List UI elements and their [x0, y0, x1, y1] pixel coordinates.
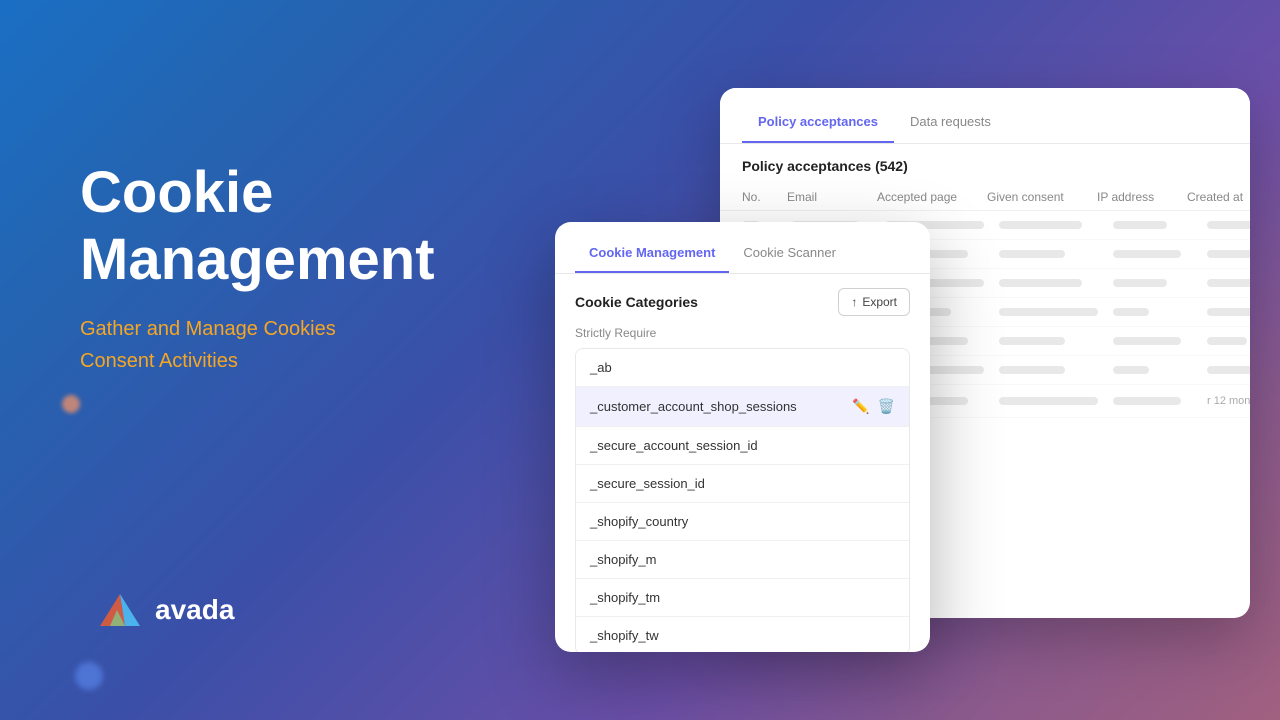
col-created-at: Created at — [1187, 190, 1250, 204]
last-row-suffix: r 12 months — [1207, 395, 1250, 407]
col-no: No. — [742, 190, 787, 204]
policy-tabs: Policy acceptances Data requests — [720, 88, 1250, 144]
tab-policy-acceptances[interactable]: Policy acceptances — [742, 106, 894, 143]
cookie-name: _shopify_m — [590, 552, 656, 567]
col-email: Email — [787, 190, 877, 204]
cookie-name: _ab — [590, 360, 612, 375]
edit-icon[interactable]: ✏️ — [852, 398, 869, 415]
col-ip-address: IP address — [1097, 190, 1187, 204]
export-button[interactable]: ↑ Export — [838, 288, 910, 316]
cookie-categories-title: Cookie Categories — [575, 294, 698, 310]
col-accepted-page: Accepted page — [877, 190, 987, 204]
title-line2: Management — [80, 227, 435, 292]
skeleton — [1113, 366, 1149, 374]
left-content: Cookie Management Gather and Manage Cook… — [80, 160, 435, 377]
skeleton — [1113, 308, 1149, 316]
skeleton — [1113, 279, 1167, 287]
cookie-name: _customer_account_shop_sessions — [590, 399, 797, 414]
decorative-orb — [62, 395, 80, 413]
delete-icon[interactable]: 🗑️ — [878, 398, 895, 415]
export-label: Export — [862, 295, 897, 309]
skeleton — [1113, 250, 1181, 258]
avada-logo: avada — [95, 590, 234, 630]
policy-section-title: Policy acceptances (542) — [720, 144, 1250, 184]
list-item: _secure_account_session_id — [576, 427, 909, 465]
cookie-item-actions: ✏️ 🗑️ — [852, 398, 895, 415]
skeleton — [999, 279, 1082, 287]
cookie-list: _ab _customer_account_shop_sessions ✏️ 🗑… — [575, 348, 910, 652]
skeleton — [999, 366, 1065, 374]
tab-data-requests[interactable]: Data requests — [894, 106, 1007, 143]
skeleton — [1207, 279, 1250, 287]
cookie-management-panel: Cookie Management Cookie Scanner Cookie … — [555, 222, 930, 652]
skeleton — [999, 250, 1065, 258]
skeleton — [1207, 308, 1250, 316]
strictly-require-label: Strictly Require — [555, 324, 930, 348]
tab-cookie-scanner[interactable]: Cookie Scanner — [729, 238, 850, 273]
list-item: _shopify_country — [576, 503, 909, 541]
list-item: _shopify_tw — [576, 617, 909, 652]
list-item: _secure_session_id — [576, 465, 909, 503]
cookie-name: _secure_account_session_id — [590, 438, 758, 453]
cookie-name: _shopify_tm — [590, 590, 660, 605]
skeleton — [1207, 221, 1250, 229]
cookie-header: Cookie Categories ↑ Export — [555, 274, 930, 324]
col-given-consent: Given consent — [987, 190, 1097, 204]
decorative-orb-2 — [75, 662, 103, 690]
subtitle: Gather and Manage Cookies Consent Activi… — [80, 313, 435, 377]
skeleton — [1113, 221, 1167, 229]
skeleton — [999, 337, 1065, 345]
list-item: _shopify_m — [576, 541, 909, 579]
avada-logo-text: avada — [155, 594, 234, 626]
skeleton — [1207, 366, 1250, 374]
skeleton — [999, 397, 1098, 405]
cookie-name: _shopify_country — [590, 514, 688, 529]
skeleton — [999, 308, 1098, 316]
skeleton — [1207, 250, 1250, 258]
tab-cookie-management[interactable]: Cookie Management — [575, 238, 729, 273]
skeleton — [999, 221, 1082, 229]
avada-logo-icon — [95, 590, 145, 630]
list-item: _ab — [576, 349, 909, 387]
subtitle-line1: Gather and Manage Cookies — [80, 318, 336, 340]
skeleton — [1207, 337, 1247, 345]
skeleton — [1113, 337, 1181, 345]
title-line1: Cookie — [80, 160, 273, 225]
export-icon: ↑ — [851, 295, 857, 309]
list-item[interactable]: _customer_account_shop_sessions ✏️ 🗑️ — [576, 387, 909, 427]
subtitle-line2: Consent Activities — [80, 350, 238, 372]
cookie-tabs: Cookie Management Cookie Scanner — [555, 222, 930, 274]
cookie-name: _secure_session_id — [590, 476, 705, 491]
skeleton — [1113, 397, 1181, 405]
policy-table-header: No. Email Accepted page Given consent IP… — [720, 184, 1250, 211]
list-item: _shopify_tm — [576, 579, 909, 617]
cookie-name: _shopify_tw — [590, 628, 659, 643]
main-title: Cookie Management — [80, 160, 435, 293]
